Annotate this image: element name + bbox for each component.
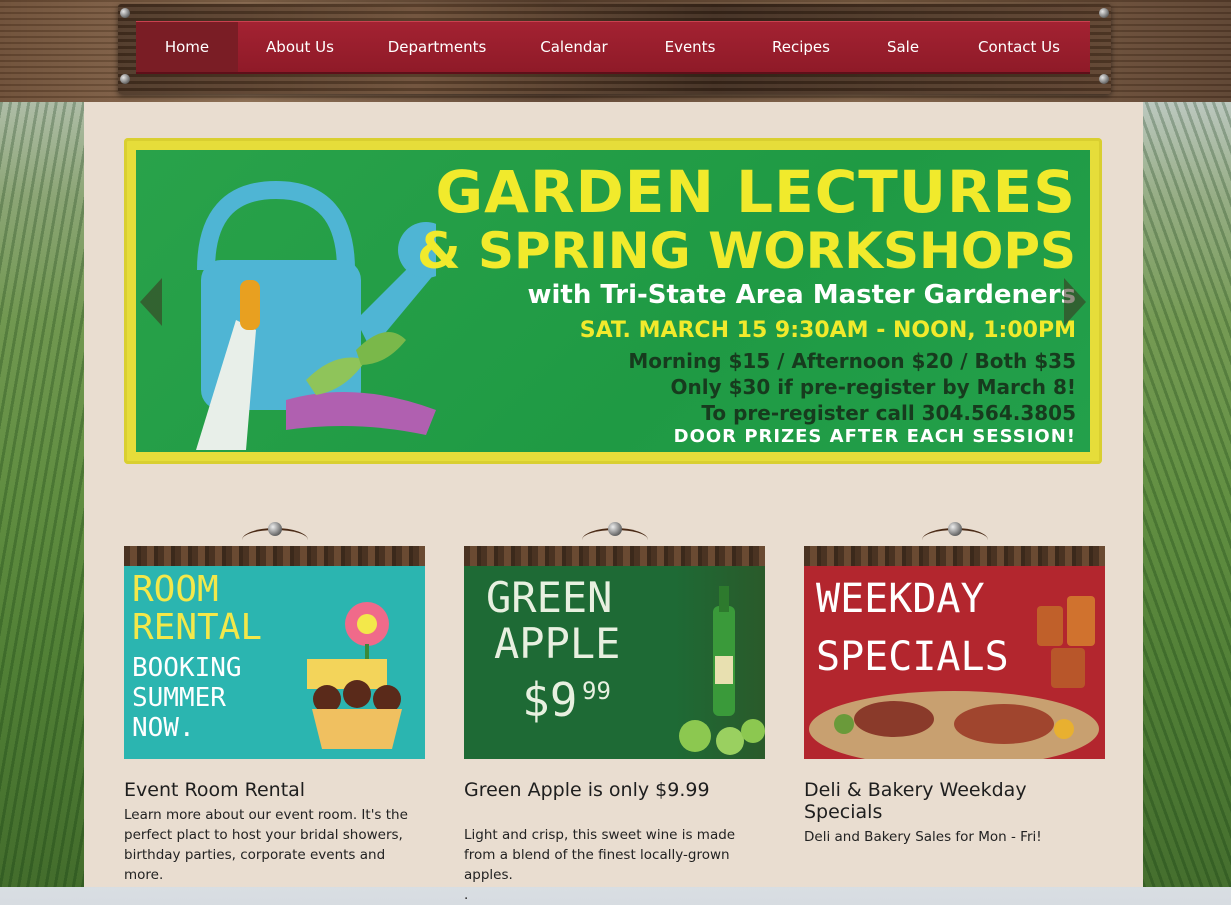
slideshow-next-arrow-icon[interactable] [1064,278,1086,326]
banner-prices: Morning $15 / Afternoon $20 / Both $35 O… [628,348,1076,426]
card-hanger [804,522,1105,566]
card-description: Learn more about our event room. It's th… [124,807,408,883]
room-rental-image[interactable]: ROOM RENTAL BOOKING SUMMER NOW. [124,566,425,759]
card-weekday-specials: WEEKDAY SPECIALS Deli & Bakery Weekday S… [804,522,1105,847]
image-text-cents: 99 [582,677,611,705]
nav-departments[interactable]: Departments [362,22,512,72]
banner-line-1: GARDEN LECTURES [435,158,1076,226]
nav-sale[interactable]: Sale [858,22,948,72]
nav-about-us[interactable]: About Us [238,22,362,72]
header: Home About Us Departments Calendar Event… [0,0,1231,102]
card-title[interactable]: Event Room Rental [124,779,425,801]
banner-line-7: To pre-register call 304.564.3805 [701,401,1076,425]
wood-bar [464,546,765,566]
main-nav: Home About Us Departments Calendar Event… [136,21,1090,74]
slideshow-banner[interactable]: GARDEN LECTURES & SPRING WORKSHOPS with … [124,138,1102,464]
nav-home[interactable]: Home [136,22,238,72]
banner-line-5: Morning $15 / Afternoon $20 / Both $35 [628,349,1076,373]
nail-icon [268,522,282,536]
card-description: Light and crisp, this sweet wine is made… [464,805,765,905]
image-text-green: GREEN [486,573,613,622]
image-text-rental: RENTAL [132,607,263,648]
wine-bottle-icon [679,586,765,755]
bolt-icon [1099,74,1109,84]
nav-events[interactable]: Events [636,22,744,72]
banner-line-6: Only $30 if pre-register by March 8! [670,375,1077,399]
card-hanger [124,522,425,566]
farm-background-right [1143,102,1231,887]
card-event-room: ROOM RENTAL BOOKING SUMMER NOW. Event Ro… [124,522,425,885]
banner-line-3: with Tri-State Area Master Gardeners [527,280,1076,310]
card-title[interactable]: Green Apple is only $9.99 [464,779,765,801]
nail-icon [608,522,622,536]
bolt-icon [120,74,130,84]
bolt-icon [1099,8,1109,18]
card-description-extra: . [464,887,469,903]
banner-image: GARDEN LECTURES & SPRING WORKSHOPS with … [136,150,1090,452]
image-text-booking: BOOKING [132,653,242,683]
flower-cupcake-icon [307,602,402,749]
image-text-price: $9 [522,673,578,727]
image-text-apple: APPLE [494,619,621,668]
card-hanger [464,522,765,566]
bolt-icon [120,8,130,18]
image-text-summer: SUMMER [132,683,226,713]
image-text-room: ROOM [132,569,219,610]
content-panel: GARDEN LECTURES & SPRING WORKSHOPS with … [84,102,1143,903]
card-description-text: Light and crisp, this sweet wine is made… [464,827,736,883]
wood-bar [804,546,1105,566]
weekday-specials-image[interactable]: WEEKDAY SPECIALS [804,566,1105,759]
card-green-apple: GREEN APPLE $9 99 Green Apple is only $9… [464,522,765,905]
slideshow-prev-arrow-icon[interactable] [140,278,162,326]
farm-background-left [0,102,84,887]
image-text-weekday: WEEKDAY [816,576,985,622]
image-text-now: NOW. [132,713,195,743]
green-apple-image[interactable]: GREEN APPLE $9 99 [464,566,765,759]
nav-contact-us[interactable]: Contact Us [948,22,1090,72]
jars-icon [1037,596,1095,688]
card-description: Deli and Bakery Sales for Mon - Fri! [804,829,1042,845]
nail-icon [948,522,962,536]
nav-recipes[interactable]: Recipes [744,22,858,72]
nav-calendar[interactable]: Calendar [512,22,636,72]
watering-can-icon [196,180,436,450]
wood-bar [124,546,425,566]
banner-line-2: & SPRING WORKSHOPS [417,222,1076,280]
card-title[interactable]: Deli & Bakery Weekday Specials [804,779,1105,823]
banner-text: GARDEN LECTURES & SPRING WORKSHOPS with … [416,150,1086,452]
banner-line-8: DOOR PRIZES AFTER EACH SESSION! [673,426,1076,447]
banner-line-4: SAT. MARCH 15 9:30AM - NOON, 1:00PM [579,318,1076,343]
